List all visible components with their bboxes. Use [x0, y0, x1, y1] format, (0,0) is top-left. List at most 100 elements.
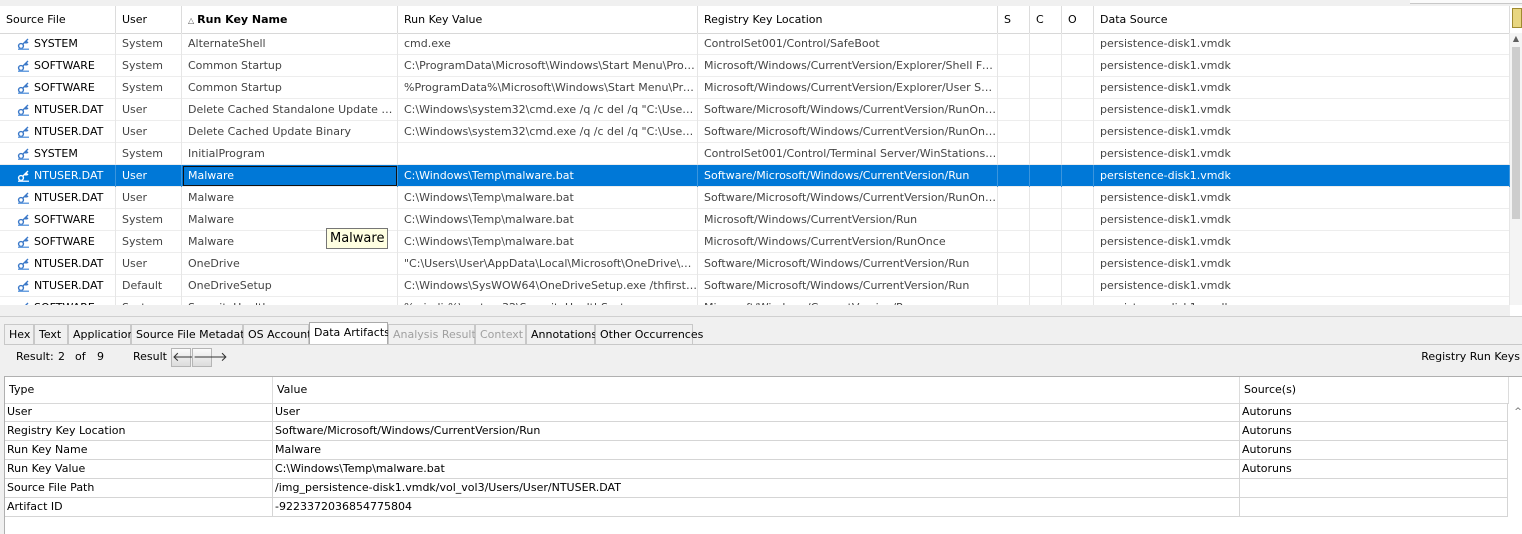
detail-header-sources[interactable]: Source(s) — [1240, 377, 1509, 403]
cell-c[interactable] — [1030, 33, 1062, 55]
tab-os-account[interactable]: OS Account — [243, 324, 312, 344]
cell-data-source[interactable]: persistence-disk1.vmdk — [1094, 143, 1510, 165]
detail-cell-value[interactable]: Software/Microsoft/Windows/CurrentVersio… — [273, 422, 1240, 441]
column-header-s[interactable]: S — [998, 6, 1030, 33]
cell-source-file[interactable]: NTUSER.DAT — [0, 121, 116, 143]
cell-data-source[interactable]: persistence-disk1.vmdk — [1094, 55, 1510, 77]
cell-run-key-name[interactable]: InitialProgram — [182, 143, 398, 165]
cell-o[interactable] — [1062, 143, 1094, 165]
cell-s[interactable] — [998, 99, 1030, 121]
cell-source-file[interactable]: NTUSER.DAT — [0, 165, 116, 187]
detail-header-type[interactable]: Type — [5, 377, 273, 403]
cell-registry-key-location[interactable]: Software/Microsoft/Windows/CurrentVersio… — [698, 187, 998, 209]
tab-application[interactable]: Application — [68, 324, 134, 344]
detail-row[interactable]: Source File Path/img_persistence-disk1.v… — [5, 479, 1508, 498]
cell-user[interactable]: System — [116, 77, 182, 99]
previous-result-button[interactable]: 🡐 — [171, 348, 207, 367]
cell-registry-key-location[interactable]: Microsoft/Windows/CurrentVersion/RunOnce — [698, 231, 998, 253]
cell-source-file[interactable]: SOFTWARE — [0, 77, 116, 99]
detail-cell-sources[interactable] — [1240, 479, 1508, 498]
table-row[interactable]: NTUSER.DAT User Delete Cached Standalone U… — [0, 99, 1510, 121]
cell-run-key-value[interactable]: C:\Windows\system32\cmd.exe /q /c del /q… — [398, 121, 698, 143]
cell-c[interactable] — [1030, 187, 1062, 209]
cell-source-file[interactable]: NTUSER.DAT — [0, 275, 116, 297]
cell-user[interactable]: System — [116, 143, 182, 165]
cell-run-key-value[interactable]: C:\Windows\Temp\malware.bat — [398, 165, 698, 187]
tab-context[interactable]: Context — [475, 324, 526, 344]
cell-data-source[interactable]: persistence-disk1.vmdk — [1094, 297, 1510, 305]
cell-registry-key-location[interactable]: Microsoft/Windows/CurrentVersion/Run — [698, 209, 998, 231]
column-header-data-source[interactable]: Data Source — [1094, 6, 1510, 33]
cell-o[interactable] — [1062, 253, 1094, 275]
tab-source-file-metadata[interactable]: Source File Metadata — [131, 324, 251, 344]
column-header-o[interactable]: O — [1062, 6, 1094, 33]
table-row[interactable]: SYSTEM System InitialProgram ControlSet001/… — [0, 143, 1510, 165]
cell-user[interactable]: Default — [116, 275, 182, 297]
results-horizontal-scrollbar[interactable] — [0, 305, 1510, 316]
cell-c[interactable] — [1030, 253, 1062, 275]
cell-o[interactable] — [1062, 275, 1094, 297]
detail-header-value[interactable]: Value — [273, 377, 1240, 403]
cell-data-source[interactable]: persistence-disk1.vmdk — [1094, 187, 1510, 209]
cell-source-file[interactable]: SYSTEM — [0, 33, 116, 55]
cell-o[interactable] — [1062, 33, 1094, 55]
column-header-run-key-name[interactable]: △ Run Key Name — [182, 6, 398, 33]
detail-cell-type[interactable]: Source File Path — [5, 479, 273, 498]
cell-user[interactable]: System — [116, 209, 182, 231]
cell-user[interactable]: System — [116, 55, 182, 77]
tab-text[interactable]: Text — [34, 324, 68, 344]
detail-cell-sources[interactable]: Autoruns — [1240, 441, 1508, 460]
cell-registry-key-location[interactable]: Software/Microsoft/Windows/CurrentVersio… — [698, 275, 998, 297]
cell-run-key-name[interactable]: Common Startup — [182, 77, 398, 99]
table-row[interactable]: SYSTEM System AlternateShell cmd.exe Control… — [0, 33, 1510, 55]
cell-source-file[interactable]: NTUSER.DAT — [0, 187, 116, 209]
detail-cell-value[interactable]: User — [273, 403, 1240, 422]
cell-s[interactable] — [998, 33, 1030, 55]
cell-source-file[interactable]: SOFTWARE — [0, 297, 116, 305]
cell-s[interactable] — [998, 55, 1030, 77]
cell-data-source[interactable]: persistence-disk1.vmdk — [1094, 99, 1510, 121]
cell-s[interactable] — [998, 165, 1030, 187]
cell-run-key-name[interactable]: Delete Cached Update Binary — [182, 121, 398, 143]
cell-user[interactable]: System — [116, 231, 182, 253]
column-header-source-file[interactable]: Source File — [0, 6, 116, 33]
cell-run-key-value[interactable]: "C:\Users\User\AppData\Local\Microsoft\O… — [398, 253, 698, 275]
detail-row[interactable]: Registry Key Location Software/Microsoft/… — [5, 422, 1508, 441]
cell-user[interactable]: System — [116, 33, 182, 55]
detail-cell-sources[interactable]: Autoruns — [1240, 403, 1508, 422]
cell-o[interactable] — [1062, 99, 1094, 121]
cell-registry-key-location[interactable]: Software/Microsoft/Windows/CurrentVersio… — [698, 99, 998, 121]
cell-source-file[interactable]: SYSTEM — [0, 143, 116, 165]
column-chooser-icon[interactable] — [1512, 8, 1522, 28]
tab-annotations[interactable]: Annotations — [526, 324, 597, 344]
cell-data-source[interactable]: persistence-disk1.vmdk — [1094, 121, 1510, 143]
column-header-user[interactable]: User — [116, 6, 182, 33]
cell-run-key-name[interactable]: OneDrive — [182, 253, 398, 275]
cell-data-source[interactable]: persistence-disk1.vmdk — [1094, 275, 1510, 297]
cell-s[interactable] — [998, 253, 1030, 275]
table-row[interactable]: NTUSER.DAT User Malware C:\Windows\Temp\mal… — [0, 165, 1510, 187]
detail-row[interactable]: Run Key Name Malware Autoruns — [5, 441, 1508, 460]
cell-c[interactable] — [1030, 99, 1062, 121]
cell-user[interactable]: System — [116, 297, 182, 305]
cell-s[interactable] — [998, 231, 1030, 253]
table-row[interactable]: SOFTWARE System Malware C:\Windows\Temp\mal… — [0, 209, 1510, 231]
cell-source-file[interactable]: NTUSER.DAT — [0, 253, 116, 275]
detail-cell-value[interactable]: C:\Windows\Temp\malware.bat — [273, 460, 1240, 479]
column-header-c[interactable]: C — [1030, 6, 1062, 33]
cell-run-key-name[interactable]: SecurityHealth — [182, 297, 398, 305]
cell-source-file[interactable]: SOFTWARE — [0, 55, 116, 77]
cell-c[interactable] — [1030, 209, 1062, 231]
cell-source-file[interactable]: SOFTWARE — [0, 231, 116, 253]
cell-run-key-value[interactable] — [398, 143, 698, 165]
column-header-registry-key-location[interactable]: Registry Key Location — [698, 6, 998, 33]
cell-o[interactable] — [1062, 55, 1094, 77]
cell-s[interactable] — [998, 77, 1030, 99]
cell-user[interactable]: User — [116, 165, 182, 187]
cell-run-key-name[interactable]: Common Startup — [182, 55, 398, 77]
detail-cell-value[interactable]: Malware — [273, 441, 1240, 460]
table-row[interactable]: SOFTWARESystemSecurityHealth%windir%\sys… — [0, 297, 1510, 305]
cell-c[interactable] — [1030, 231, 1062, 253]
cell-registry-key-location[interactable]: Microsoft/Windows/CurrentVersion/Explore… — [698, 55, 998, 77]
cell-run-key-value[interactable]: C:\Windows\SysWOW64\OneDriveSetup.exe /t… — [398, 275, 698, 297]
